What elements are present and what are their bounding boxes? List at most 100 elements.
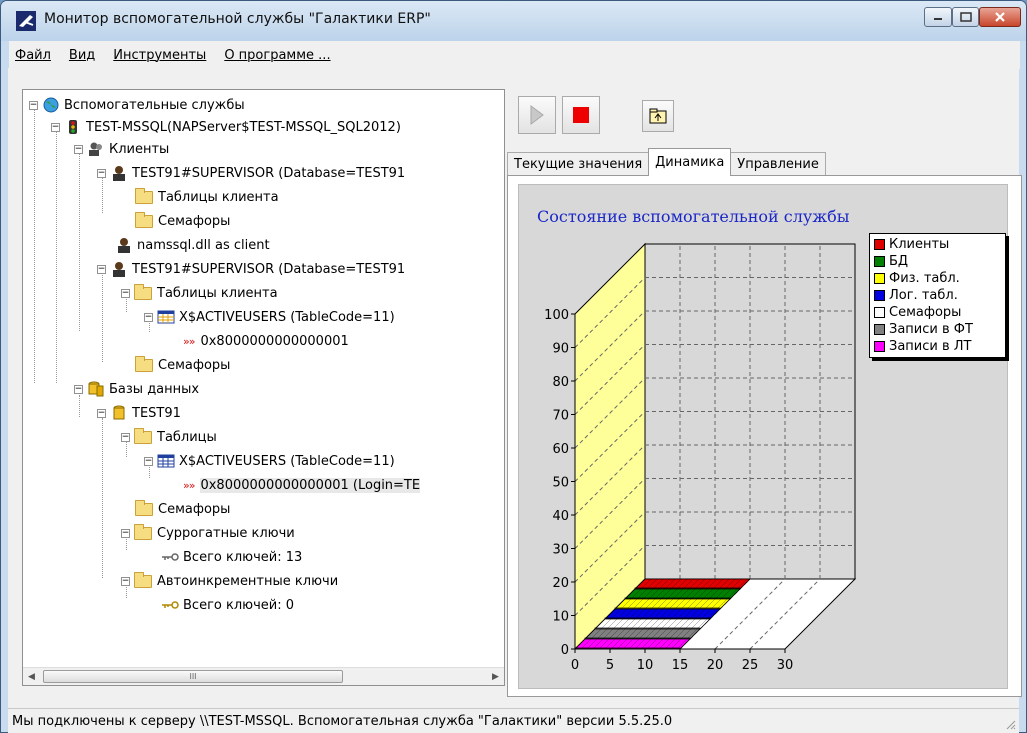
tree-label: X$ACTIVEUSERS (TableCode=11) <box>179 453 395 469</box>
maximize-button[interactable] <box>952 7 979 27</box>
tree-label: namssql.dll as client <box>137 237 270 253</box>
tree-node-client1-semaphores[interactable]: Семафоры <box>135 210 230 232</box>
tree-label: 0x8000000000000001 <box>200 333 349 349</box>
tree-node-client1-tables[interactable]: Таблицы клиента <box>135 186 279 208</box>
legend-item: Лог. табл. <box>874 287 1001 304</box>
y-tick-label: 60 <box>552 442 569 457</box>
tree-node-db-tables[interactable]: − Таблицы <box>121 426 217 448</box>
y-tick-label: 0 <box>561 643 569 658</box>
collapse-icon[interactable]: − <box>121 432 130 442</box>
x-tick-label: 15 <box>672 658 689 673</box>
stop-button[interactable] <box>562 96 600 134</box>
legend-label: Физ. табл. <box>889 271 960 286</box>
folder-icon <box>135 499 153 516</box>
collapse-icon[interactable]: − <box>74 384 83 394</box>
tree-label: Вспомогательные службы <box>64 97 245 113</box>
tree-node-client3-tables[interactable]: − Таблицы клиента <box>121 282 278 304</box>
menu-view[interactable]: Вид <box>69 48 95 63</box>
close-icon <box>995 12 1005 22</box>
tree-line <box>102 270 103 362</box>
collapse-icon[interactable]: − <box>74 144 83 154</box>
collapse-icon[interactable]: − <box>97 264 106 274</box>
collapse-icon[interactable]: − <box>121 288 130 298</box>
scroll-right-icon[interactable]: ▶ <box>487 668 504 685</box>
horizontal-scrollbar[interactable]: ◀ III ▶ <box>23 667 504 685</box>
collapse-icon[interactable]: − <box>121 528 130 538</box>
tree-node-surrogate-total[interactable]: Всего ключей: 13 <box>161 546 302 568</box>
tree-node-clients[interactable]: − Клиенты <box>74 138 169 160</box>
tree-node-db-semaphores[interactable]: Семафоры <box>135 498 230 520</box>
start-button[interactable] <box>518 96 556 134</box>
tab-control[interactable]: Управление <box>730 152 826 176</box>
legend-label: Записи в ФТ <box>889 322 973 337</box>
y-tick-label: 30 <box>552 543 569 558</box>
tree-label: TEST91 <box>132 405 181 421</box>
collapse-icon[interactable]: − <box>29 100 38 110</box>
collapse-icon[interactable]: − <box>51 122 60 132</box>
stop-icon <box>573 107 589 123</box>
status-text: Мы подключены к серверу \\TEST-MSSQL. Вс… <box>12 713 673 729</box>
tree-line <box>102 418 103 578</box>
menu-file[interactable]: Файл <box>15 48 51 63</box>
collapse-icon[interactable]: − <box>121 576 130 586</box>
scroll-thumb[interactable]: III <box>43 670 343 683</box>
tree-node-client1[interactable]: − TEST91#SUPERVISOR (Database=TEST91 <box>97 162 405 184</box>
tree-node-root[interactable]: − Вспомогательные службы <box>29 94 245 116</box>
services-tree[interactable]: − Вспомогательные службы − TEST-MSSQL(NA… <box>22 89 505 686</box>
x-tick-label: 30 <box>777 658 794 673</box>
tree-node-db-record[interactable]: »» 0x8000000000000001 (Login=TE <box>183 474 421 496</box>
legend-item: Семафоры <box>874 304 1001 321</box>
collapse-icon[interactable]: − <box>97 168 106 178</box>
collapse-icon[interactable]: − <box>97 408 106 418</box>
minimize-button[interactable] <box>924 7 952 27</box>
tree-label: Таблицы клиента <box>158 189 279 205</box>
menu-tools[interactable]: Инструменты <box>113 48 206 63</box>
tree-line <box>34 105 35 383</box>
record-icon: »» <box>183 334 196 348</box>
tree-node-client3-semaphores[interactable]: Семафоры <box>135 354 230 376</box>
folder-icon <box>134 283 152 300</box>
tree-node-server[interactable]: − TEST-MSSQL(NAPServer$TEST-MSSQL_SQL201… <box>51 116 401 138</box>
app-icon <box>16 11 36 31</box>
legend-swatch <box>874 290 885 301</box>
minimize-icon <box>934 18 942 20</box>
legend-label: Семафоры <box>889 305 962 320</box>
close-button[interactable] <box>979 7 1021 27</box>
tree-node-client2[interactable]: namssql.dll as client <box>115 234 270 256</box>
database-icon <box>113 405 125 420</box>
scroll-left-icon[interactable]: ◀ <box>23 668 40 685</box>
tree-node-client3-table[interactable]: − X$ACTIVEUSERS (TableCode=11) <box>144 306 395 328</box>
title-bar[interactable]: Монитор вспомогательной службы "Галактик… <box>1 1 1026 41</box>
table-icon <box>157 310 175 324</box>
x-tick-label: 25 <box>742 658 759 673</box>
menu-about[interactable]: О программе ... <box>224 48 330 63</box>
tree-line <box>79 149 80 331</box>
legend-item: Записи в ЛТ <box>874 338 1001 355</box>
tab-dynamics[interactable]: Динамика <box>648 148 732 176</box>
tree-node-autoinc[interactable]: − Автоинкрементные ключи <box>121 570 338 592</box>
resize-grip-icon[interactable] <box>1004 718 1016 730</box>
tree-node-databases[interactable]: − Базы данных <box>74 378 199 400</box>
up-folder-button[interactable] <box>642 100 674 132</box>
user-icon <box>113 262 125 277</box>
collapse-icon[interactable]: − <box>144 312 153 322</box>
folder-icon <box>134 523 152 540</box>
tree-node-db-table[interactable]: − X$ACTIVEUSERS (TableCode=11) <box>144 450 395 472</box>
legend-label: Записи в ЛТ <box>889 339 972 354</box>
tree-node-client3[interactable]: − TEST91#SUPERVISOR (Database=TEST91 <box>97 258 405 280</box>
collapse-icon[interactable]: − <box>144 456 153 466</box>
tree-line <box>56 127 57 383</box>
tree-node-client3-record[interactable]: »» 0x8000000000000001 <box>183 330 349 352</box>
key-icon <box>162 601 179 609</box>
tree-body: − Вспомогательные службы − TEST-MSSQL(NA… <box>23 90 504 667</box>
users-icon <box>89 142 102 156</box>
tab-current-values[interactable]: Текущие значения <box>507 152 650 176</box>
tree-node-surrogate[interactable]: − Суррогатные ключи <box>121 522 295 544</box>
tree-label: Клиенты <box>109 141 170 157</box>
legend-swatch <box>874 273 885 284</box>
tree-label: X$ACTIVEUSERS (TableCode=11) <box>179 309 395 325</box>
tree-node-autoinc-total[interactable]: Всего ключей: 0 <box>161 594 294 616</box>
menu-bar: Файл Вид Инструменты О программе ... <box>9 41 1020 69</box>
tree-label: Таблицы <box>157 429 217 445</box>
tree-node-db[interactable]: − TEST91 <box>97 402 181 424</box>
